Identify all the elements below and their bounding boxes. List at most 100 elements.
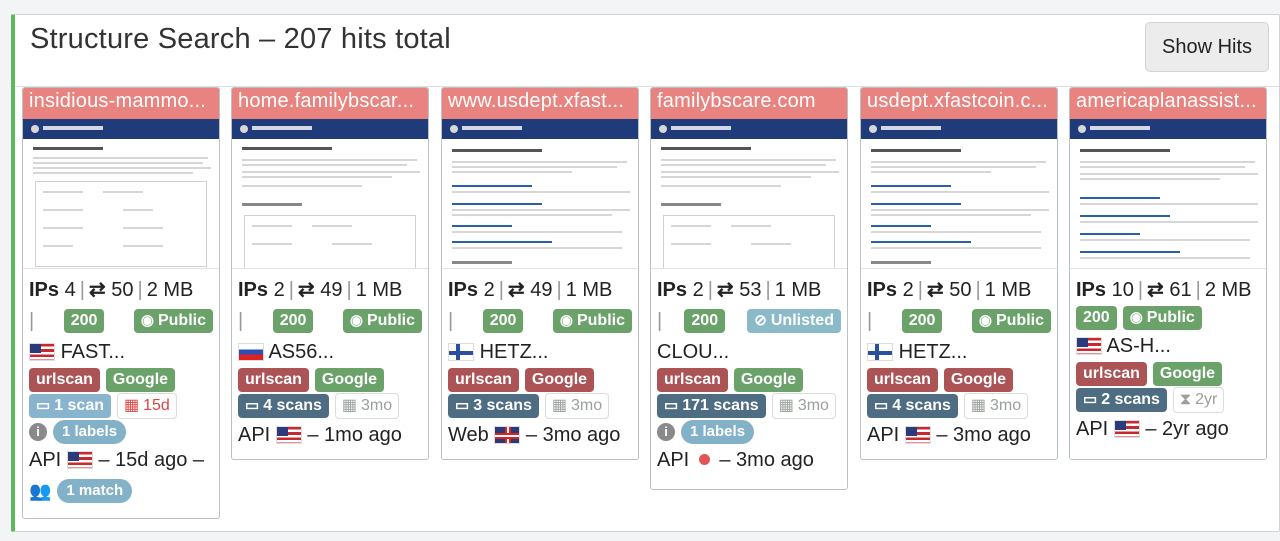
card-domain[interactable]: usdept.xfastcoin.c...	[861, 88, 1057, 119]
tag-google[interactable]: Google	[105, 368, 176, 392]
labels-badge[interactable]: 1 labels	[53, 420, 127, 444]
calendar-icon: ▦	[778, 397, 794, 414]
page-screenshot-thumbnail[interactable]	[861, 119, 1057, 269]
match-badge[interactable]: 1 match	[57, 479, 133, 503]
visibility-badge[interactable]: ◉ Public	[342, 309, 422, 333]
page-screenshot-thumbnail[interactable]	[1070, 119, 1266, 269]
ips-label: IPs	[238, 279, 269, 301]
ips-label: IPs	[29, 279, 60, 301]
asn-label[interactable]: HETZ...	[899, 341, 968, 363]
scans-badge[interactable]: ▭ 3 scans	[448, 394, 539, 418]
result-card[interactable]: home.familybscar... IPs 2 | ⇄ 49 | 1 MB | 20…	[231, 87, 429, 460]
source-line: API – 1mo ago	[238, 420, 422, 450]
calendar-icon: ▦	[551, 397, 568, 414]
labels-badge[interactable]: 1 labels	[681, 420, 755, 444]
tag-urlscan[interactable]: urlscan	[29, 368, 100, 392]
card-domain[interactable]: insidious-mammo...	[23, 88, 219, 119]
scans-badge[interactable]: ▭ 2 scans	[1076, 388, 1167, 412]
hourglass-icon: ⧗	[1179, 391, 1192, 408]
status-code-badge[interactable]: 200	[272, 309, 314, 333]
ips-label: IPs	[867, 279, 898, 301]
visibility-badge[interactable]: ⊘ Unlisted	[747, 309, 841, 333]
monitor-icon: ▭	[455, 397, 470, 414]
tag-urlscan[interactable]: urlscan	[1076, 362, 1147, 386]
show-hits-button[interactable]: Show Hits	[1145, 22, 1269, 72]
page-size: 2 MB	[146, 279, 194, 301]
us-flag-icon	[275, 426, 302, 444]
source-line: API – 15d ago –	[29, 445, 213, 475]
scans-badge[interactable]: ▭ 4 scans	[867, 394, 958, 418]
card-stats: IPs 10 | ⇄ 61 | 2 MB	[1076, 279, 1252, 301]
calendar-icon: ▦	[970, 397, 987, 414]
card-domain[interactable]: americaplanassist...	[1070, 88, 1266, 119]
card-domain[interactable]: familybscare.com	[651, 88, 847, 119]
monitor-icon: ▭	[245, 397, 260, 414]
last-seen: – 1mo ago	[307, 424, 402, 446]
page-screenshot-thumbnail[interactable]	[232, 119, 428, 269]
info-icon[interactable]: i	[29, 423, 47, 441]
status-code-badge[interactable]: 200	[684, 309, 726, 333]
tag-google[interactable]: Google	[314, 368, 385, 392]
tag-urlscan[interactable]: urlscan	[448, 368, 519, 392]
tag-google[interactable]: Google	[733, 368, 804, 392]
links-count: 50	[111, 279, 134, 301]
status-code-badge[interactable]: 200	[901, 309, 943, 333]
scans-badge[interactable]: ▭ 171 scans	[657, 394, 766, 418]
eye-slash-icon: ⊘	[754, 312, 767, 329]
scans-badge[interactable]: ▭ 4 scans	[238, 394, 329, 418]
eye-icon: ◉	[978, 312, 992, 329]
tag-google[interactable]: Google	[1152, 362, 1223, 386]
age-badge: ▦ 15d	[117, 393, 177, 419]
result-card[interactable]: www.usdept.xfast... IPs 2 | ⇄ 49 | 1 MB |	[441, 87, 639, 460]
asn-label[interactable]: AS56...	[268, 341, 334, 363]
asn-label[interactable]: CLOU...	[657, 341, 729, 363]
tag-urlscan[interactable]: urlscan	[238, 368, 309, 392]
age-badge: ▦ 3mo	[771, 393, 836, 419]
asn-label[interactable]: AS-H...	[1106, 335, 1170, 357]
calendar-icon: ▦	[341, 397, 358, 414]
card-stats: IPs 2 | ⇄ 50 | 1 MB	[867, 279, 1032, 301]
status-code-badge[interactable]: 200	[1076, 306, 1117, 330]
visibility-badge[interactable]: ◉ Public	[1122, 306, 1202, 330]
last-seen: – 3mo ago	[936, 424, 1031, 446]
links-count: 50	[949, 279, 972, 301]
asn-label[interactable]: FAST...	[61, 341, 125, 363]
users-icon: 👥	[29, 481, 52, 501]
card-domain[interactable]: home.familybscar...	[232, 88, 428, 119]
scans-badge[interactable]: ▭ 1 scan	[29, 394, 111, 418]
page-screenshot-thumbnail[interactable]	[23, 119, 219, 269]
us-flag-icon	[1113, 420, 1140, 438]
links-icon: ⇄	[926, 279, 944, 301]
tag-urlscan[interactable]: urlscan	[657, 368, 728, 392]
result-card[interactable]: familybscare.com IPs 2 | ⇄ 53 | 1 MB | 200 ⊘…	[650, 87, 848, 490]
page-size: 1 MB	[774, 279, 822, 301]
result-card[interactable]: insidious-mammo... IPs 4|⇄ 50|2 MB |	[22, 87, 220, 519]
asn-label[interactable]: HETZ...	[480, 341, 549, 363]
calendar-icon: ▦	[124, 397, 140, 414]
eye-icon: ◉	[1129, 309, 1143, 326]
visibility-badge[interactable]: ◉ Public	[133, 309, 213, 333]
eye-icon: ◉	[559, 312, 573, 329]
last-seen: – 3mo ago	[525, 424, 621, 446]
card-domain[interactable]: www.usdept.xfast...	[442, 88, 638, 119]
result-card[interactable]: americaplanassist... IPs 10 | ⇄ 61 | 2 MB 20…	[1069, 87, 1267, 460]
visibility-badge[interactable]: ◉ Public	[552, 309, 632, 333]
source-label: API	[238, 424, 271, 446]
status-code-badge[interactable]: 200	[482, 309, 524, 333]
tag-google[interactable]: Google	[943, 368, 1014, 392]
page-screenshot-thumbnail[interactable]	[651, 119, 847, 269]
tag-urlscan[interactable]: urlscan	[867, 368, 938, 392]
status-code-badge[interactable]: 200	[63, 309, 105, 333]
ips-count: 2	[483, 279, 495, 301]
page-screenshot-thumbnail[interactable]	[442, 119, 638, 269]
age-badge: ⧗ 2yr	[1172, 387, 1225, 413]
page-title: Structure Search – 207 hits total	[30, 23, 451, 55]
links-count: 49	[320, 279, 343, 301]
links-icon: ⇄	[88, 279, 106, 301]
tag-google[interactable]: Google	[524, 368, 595, 392]
us-flag-icon	[1076, 337, 1102, 355]
visibility-badge[interactable]: ◉ Public	[971, 309, 1051, 333]
result-card[interactable]: usdept.xfastcoin.c... IPs 2 | ⇄ 50 | 1 MB |	[860, 87, 1058, 460]
info-icon[interactable]: i	[657, 423, 675, 441]
fi-flag-icon	[448, 343, 474, 361]
